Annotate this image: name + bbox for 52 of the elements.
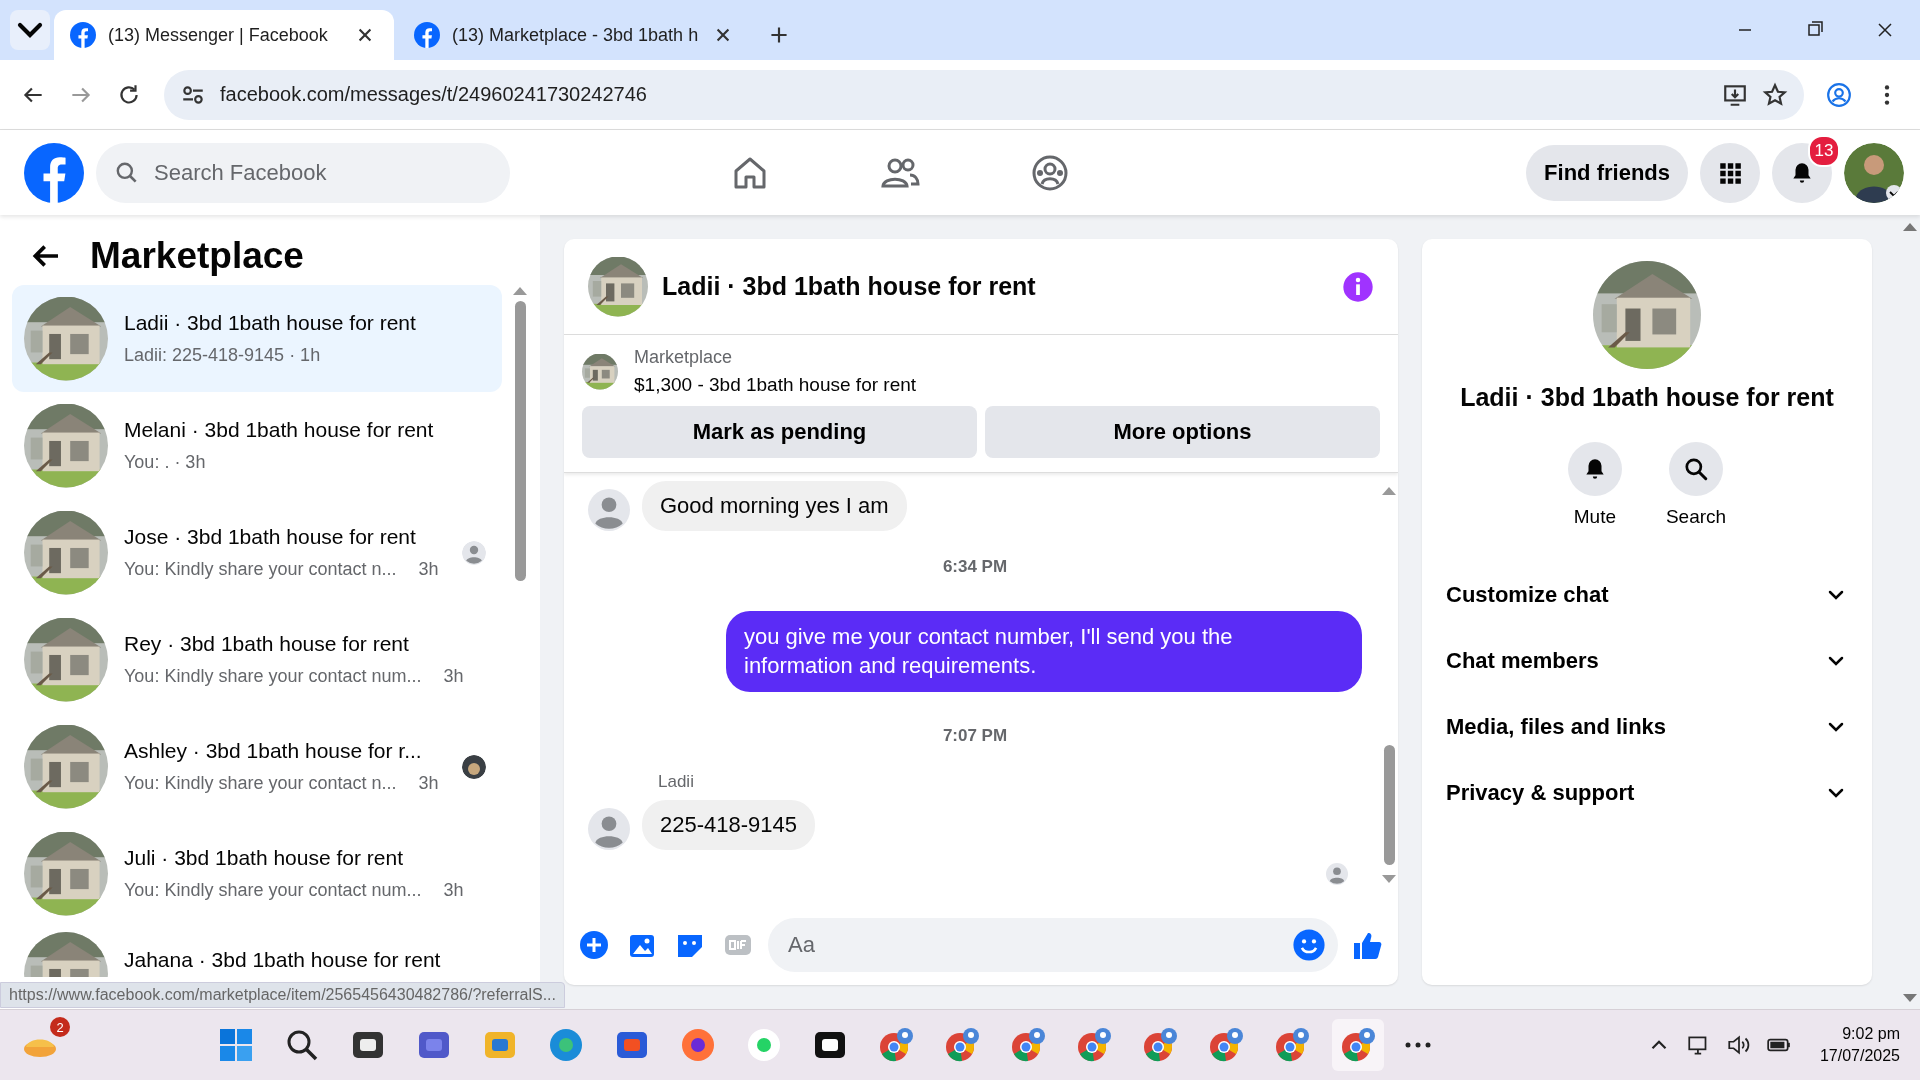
conversation-title: Melani · 3bd 1bath house for rent: [124, 418, 435, 442]
notification-count: 13: [1808, 134, 1840, 167]
sent-message: you give me your contact number, I'll send you the information and requirements.: [726, 611, 1362, 693]
listing-title: $1,300 - 3bd 1bath house for rent: [634, 374, 917, 396]
conversation-title: Juli · 3bd 1bath house for rent: [124, 846, 404, 870]
message-preview: You: Kindly share your contact n...: [124, 559, 397, 580]
search-input[interactable]: Search Facebook: [152, 158, 492, 187]
conversation-title: Ashley · 3bd 1bath house for r...: [124, 739, 423, 763]
message-preview: You: Kindly share your contact n...: [124, 773, 397, 794]
listing-label: Marketplace: [634, 347, 734, 368]
message-timestamp: 7:07 PM: [942, 726, 1008, 747]
conversation-item[interactable]: Melani · 3bd 1bath house for rent You: . · 3h: [12, 392, 502, 499]
clock[interactable]: 9:02 pm 17/07/2025: [1819, 1022, 1900, 1068]
details-section[interactable]: Customize chat: [1422, 562, 1872, 628]
message-time: 3h: [418, 773, 439, 794]
conversation-item[interactable]: Ladii · 3bd 1bath house for rent Ladii: 225-418-9145 · 1h: [12, 285, 502, 392]
find-friends-button[interactable]: Find friends: [1526, 144, 1688, 201]
message-time: 3h: [443, 666, 464, 687]
chat-title: Ladii · 3bd 1bath house for rent: [662, 272, 1037, 301]
details-section[interactable]: Chat members: [1422, 628, 1872, 694]
conversation-title: Jose · 3bd 1bath house for rent: [124, 525, 417, 549]
chat-title: Ladii · 3bd 1bath house for rent: [1460, 383, 1834, 412]
browser-tab[interactable]: (13) Marketplace - 3bd 1bath h: [398, 10, 753, 60]
panel-title: Marketplace: [90, 235, 304, 277]
conversation-title: Ladii · 3bd 1bath house for rent: [124, 311, 417, 335]
details-section[interactable]: Privacy & support: [1422, 760, 1872, 826]
listing-action-button[interactable]: Mark as pending: [582, 406, 977, 458]
conversation-title: Jahana · 3bd 1bath house for rent: [124, 948, 442, 972]
message-time: 3h: [443, 880, 464, 901]
received-message: 225-418-9145: [642, 800, 815, 851]
message-time: 3h: [418, 559, 439, 580]
message-timestamp: 6:34 PM: [942, 557, 1008, 577]
conversation-item[interactable]: Juli · 3bd 1bath house for rent You: Kindly share your contact num... 3h: [12, 820, 502, 927]
details-section[interactable]: Media, files and links: [1422, 694, 1872, 760]
notification-count: 2: [50, 1017, 70, 1037]
address-bar[interactable]: facebook.com/messages/t/24960241730242746: [164, 69, 1804, 120]
message-preview: You: Kindly share your contact num...: [124, 880, 422, 901]
message-preview: You: . · 3h: [124, 452, 206, 473]
received-message: Good morning yes I am: [642, 481, 907, 531]
conversation-item[interactable]: Rey · 3bd 1bath house for rent You: Kindly share your contact num... 3h: [12, 606, 502, 713]
message-preview: You: Kindly share your contact num...: [124, 666, 422, 687]
browser-tab[interactable]: (13) Messenger | Facebook: [54, 10, 394, 60]
message-input[interactable]: Aa: [786, 931, 1292, 959]
search-field[interactable]: Search Facebook: [96, 142, 510, 203]
conversation-item[interactable]: Jose · 3bd 1bath house for rent You: Kindly share your contact n... 3h: [12, 499, 502, 606]
conversation-item[interactable]: Ashley · 3bd 1bath house for r... You: Kindly share your contact n... 3h: [12, 713, 502, 820]
link-preview-tooltip: https://www.facebook.com/marketplace/item/2565456430482786/?referralS...: [0, 982, 565, 1008]
listing-action-button[interactable]: More options: [985, 406, 1380, 458]
sender-name: Ladii: [658, 772, 695, 793]
message-field[interactable]: Aa: [768, 918, 1338, 972]
conversation-title: Rey · 3bd 1bath house for rent: [124, 632, 410, 656]
message-preview: Ladii: 225-418-9145 · 1h: [124, 345, 321, 366]
